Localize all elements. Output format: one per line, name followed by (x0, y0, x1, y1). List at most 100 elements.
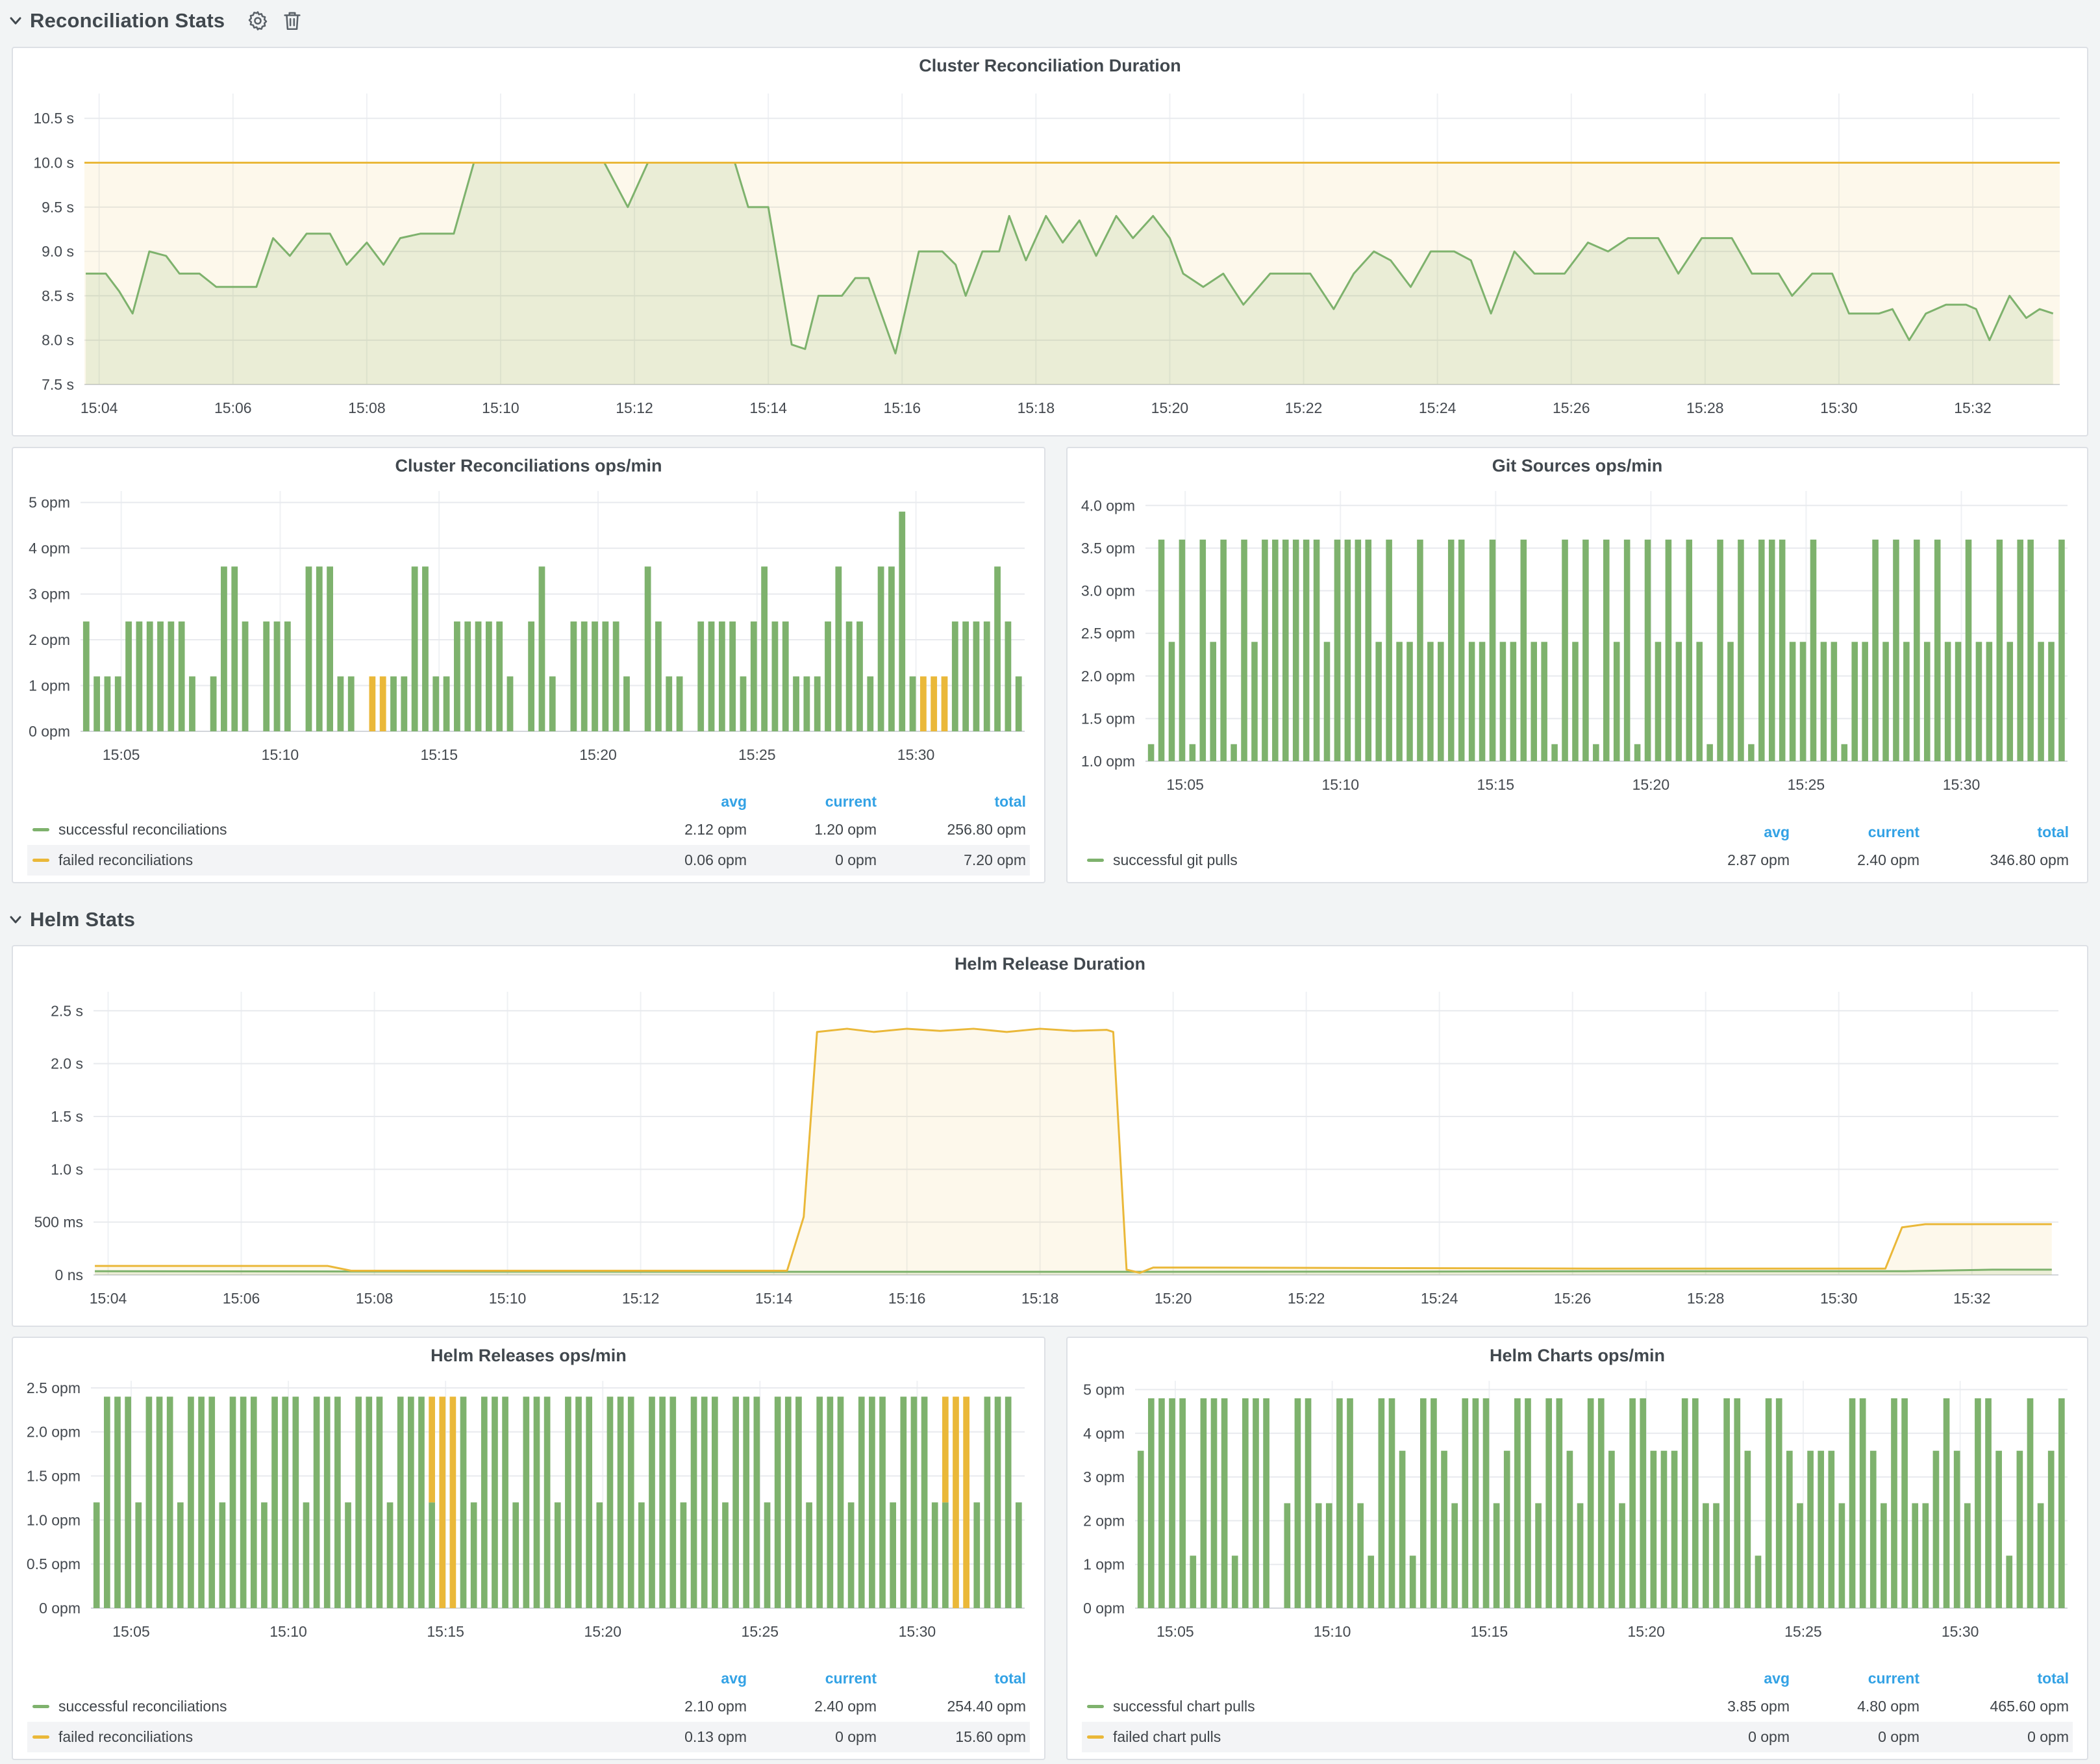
x-tick-label: 15:08 (356, 1290, 394, 1307)
cluster-reconciliation-duration-chart[interactable]: 15:0415:0615:0815:1015:1215:1415:1615:18… (16, 81, 2084, 431)
bar-successful (188, 1396, 194, 1608)
y-tick-label: 1.5 s (51, 1108, 83, 1125)
bar-successful (316, 566, 323, 731)
bar-successful (549, 676, 556, 731)
x-tick-label: 15:04 (90, 1290, 127, 1307)
bar-successful (602, 622, 608, 731)
panel-title: Helm Releases ops/min (13, 1346, 1044, 1366)
bar-successful (1324, 642, 1331, 761)
legend-series-name[interactable]: failed reconciliations (27, 851, 630, 869)
bar-successful (147, 622, 153, 731)
bar-successful (1614, 642, 1620, 761)
git-sources-opm-chart[interactable]: 15:0515:1015:1515:2015:2515:301.0 opm1.5… (1070, 481, 2084, 800)
bar-failed (953, 1396, 959, 1608)
y-tick-label: 2 opm (29, 631, 70, 648)
x-tick-label: 15:20 (1155, 1290, 1192, 1307)
legend-col-avg[interactable]: avg (1673, 1670, 1790, 1687)
bar-successful (1200, 540, 1206, 761)
legend-col-avg[interactable]: avg (630, 1670, 747, 1687)
bar-successful (697, 622, 704, 731)
bar-successful (314, 1396, 320, 1608)
bar-successful (1368, 1556, 1374, 1608)
bar-successful (1975, 1398, 1981, 1608)
bar-successful (691, 1396, 697, 1608)
series-color-dash-icon (32, 1735, 49, 1739)
legend-col-current[interactable]: current (1790, 824, 1919, 841)
bar-successful (1562, 540, 1568, 761)
helm-charts-opm-chart[interactable]: 15:0515:1015:1515:2015:2515:300 opm1 opm… (1070, 1370, 2084, 1647)
bar-successful (168, 622, 174, 731)
bar-successful (460, 1396, 467, 1608)
bar-successful (1473, 1398, 1479, 1608)
panel-title: Cluster Reconciliations ops/min (13, 456, 1044, 476)
bar-successful (338, 676, 344, 731)
legend-row: successful git pulls2.87 opm2.40 opm346.… (1082, 845, 2073, 876)
cluster-reconciliation-duration-svg[interactable]: 15:0415:0615:0815:1015:1215:1415:1615:18… (16, 81, 2084, 431)
legend-col-avg[interactable]: avg (1673, 824, 1790, 841)
bar-successful (743, 1396, 749, 1608)
x-tick-label: 15:22 (1288, 1290, 1325, 1307)
bar-successful (1976, 642, 1982, 761)
section-toggle-reconciliation-stats[interactable]: Reconciliation Stats (9, 9, 225, 32)
legend-col-current[interactable]: current (1790, 1670, 1919, 1687)
x-tick-label: 15:15 (427, 1623, 464, 1640)
bar-successful (198, 1396, 205, 1608)
bar-successful (210, 676, 217, 731)
cluster-reconciliations-opm-svg[interactable]: 15:0515:1015:1515:2015:2515:300 opm1 opm… (16, 481, 1042, 770)
legend-series-name[interactable]: failed chart pulls (1082, 1728, 1673, 1746)
gear-icon[interactable] (247, 10, 269, 32)
bar-successful (2027, 540, 2034, 761)
bar-successful (1295, 1398, 1301, 1608)
trash-icon[interactable] (282, 10, 303, 32)
helm-charts-opm-svg[interactable]: 15:0515:1015:1515:2015:2515:300 opm1 opm… (1070, 1370, 2084, 1647)
helm-release-duration-svg[interactable]: 15:0415:0615:0815:1015:1215:1415:1615:18… (16, 979, 2084, 1322)
legend-col-avg[interactable]: avg (630, 793, 747, 811)
bar-successful (2006, 642, 2013, 761)
bar-successful (1903, 642, 1910, 761)
y-tick-label: 5 opm (29, 494, 70, 511)
bar-successful (659, 1396, 666, 1608)
y-tick-label: 8.0 s (42, 332, 74, 349)
legend-col-total[interactable]: total (1919, 1670, 2073, 1687)
helm-release-duration-chart[interactable]: 15:0415:0615:0815:1015:1215:1415:1615:18… (16, 979, 2084, 1322)
bar-successful (539, 566, 545, 731)
legend-series-name[interactable]: successful chart pulls (1082, 1698, 1673, 1715)
helm-releases-opm-svg[interactable]: 15:0515:1015:1515:2015:2515:300 opm0.5 o… (16, 1370, 1042, 1647)
bar-successful (1766, 1398, 1772, 1608)
legend-series-name[interactable]: successful reconciliations (27, 821, 630, 838)
legend-row: failed reconciliations0.06 opm0 opm7.20 … (27, 845, 1030, 876)
bar-failed (429, 1396, 435, 1502)
legend-header: avgcurrenttotal (1082, 819, 2073, 845)
panel-git-sources-opm: Git Sources ops/min 15:0515:1015:1515:20… (1066, 447, 2088, 883)
bar-failed (369, 676, 375, 731)
bar-successful (649, 1396, 655, 1608)
bar-successful (1776, 1398, 1782, 1608)
bar-successful (231, 566, 238, 731)
bar-successful (1262, 540, 1268, 761)
x-tick-label: 15:25 (738, 746, 776, 763)
bar-successful (412, 566, 418, 731)
bar-successful (1790, 642, 1796, 761)
bar-successful (1914, 540, 1920, 761)
bar-successful (429, 1502, 435, 1608)
legend-series-name[interactable]: failed reconciliations (27, 1728, 630, 1746)
legend-col-total[interactable]: total (877, 1670, 1030, 1687)
legend-col-total[interactable]: total (877, 793, 1030, 811)
bar-successful (806, 1502, 812, 1608)
bar-successful (1924, 642, 1931, 761)
helm-releases-opm-chart[interactable]: 15:0515:1015:1515:2015:2515:300 opm0.5 o… (16, 1370, 1042, 1647)
legend-series-name[interactable]: successful git pulls (1082, 851, 1673, 869)
legend-series-name[interactable]: successful reconciliations (27, 1698, 630, 1715)
bar-successful (167, 1396, 173, 1608)
dashboard: Reconciliation Stats Cluster Reconciliat… (0, 0, 2100, 1764)
legend-col-current[interactable]: current (747, 793, 877, 811)
bar-successful (785, 1396, 792, 1608)
x-tick-label: 15:20 (579, 746, 617, 763)
bar-successful (240, 1396, 247, 1608)
section-toggle-helm-stats[interactable]: Helm Stats (9, 908, 135, 931)
cluster-reconciliations-opm-chart[interactable]: 15:0515:1015:1515:2015:2515:300 opm1 opm… (16, 481, 1042, 770)
x-tick-label: 15:30 (1820, 1290, 1858, 1307)
legend-col-current[interactable]: current (747, 1670, 877, 1687)
git-sources-opm-svg[interactable]: 15:0515:1015:1515:2015:2515:301.0 opm1.5… (1070, 481, 2084, 800)
legend-col-total[interactable]: total (1919, 824, 2073, 841)
